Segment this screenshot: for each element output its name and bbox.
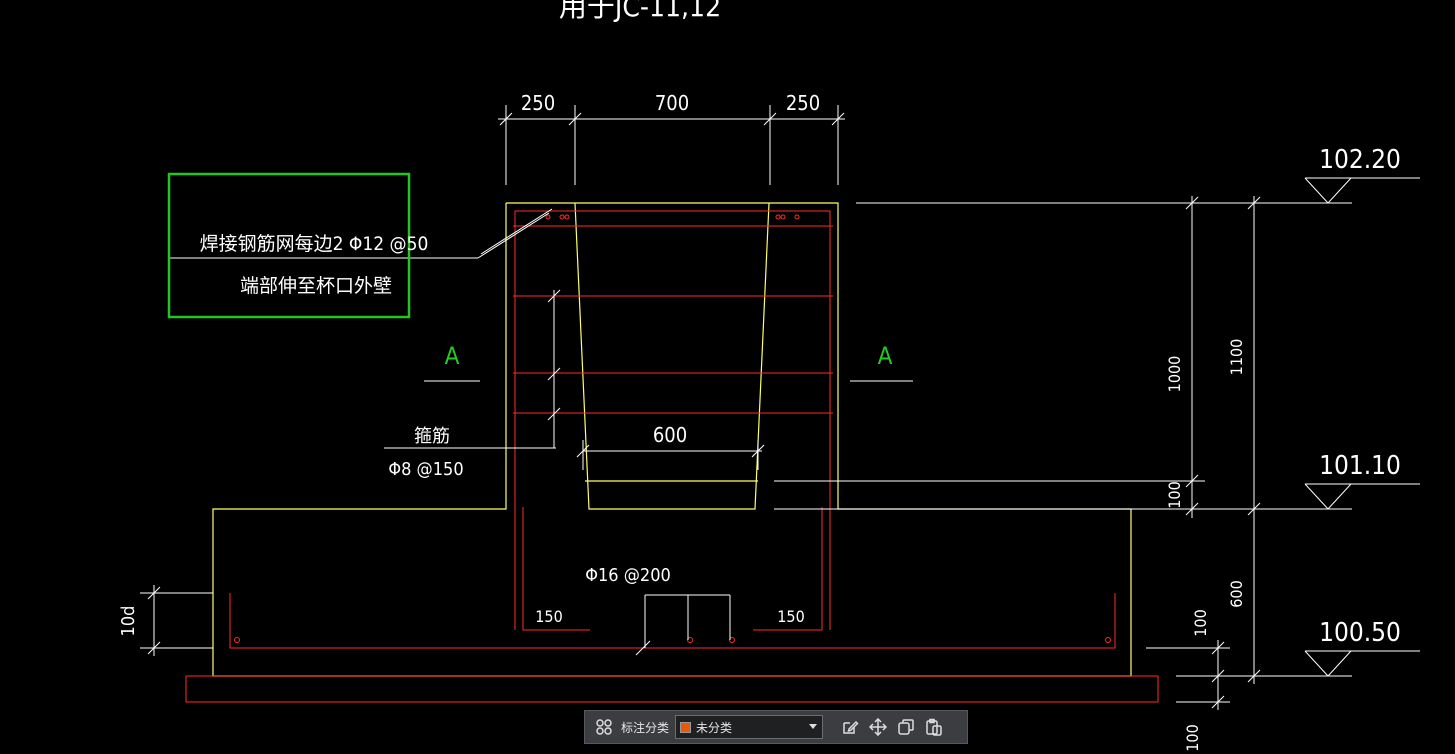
dim-top-middle: 700 bbox=[655, 91, 689, 115]
copy-icon[interactable] bbox=[895, 716, 917, 738]
chevron-down-icon bbox=[808, 720, 818, 734]
elevation-bottom: 100.50 bbox=[1319, 618, 1401, 648]
right-dimensions bbox=[774, 196, 1352, 710]
edit-icon[interactable] bbox=[839, 716, 861, 738]
dim-1100: 1100 bbox=[1227, 339, 1246, 376]
drawing-title: 用于JC-11,12 bbox=[559, 0, 721, 23]
stirrup-spec: Φ8 @150 bbox=[388, 459, 463, 480]
dim-top-left: 250 bbox=[521, 91, 555, 115]
bottom-rebar-leader bbox=[635, 594, 731, 656]
top-dimensions bbox=[498, 105, 845, 185]
left-dimension bbox=[140, 585, 213, 656]
dim-top-right: 250 bbox=[786, 91, 820, 115]
dim-cup-bottom: 600 bbox=[653, 423, 687, 447]
category-color-swatch bbox=[680, 721, 692, 733]
dim-150-left: 150 bbox=[535, 607, 562, 626]
category-select[interactable]: 未分类 bbox=[675, 715, 824, 739]
callout-line-2: 端部伸至杯口外壁 bbox=[240, 275, 392, 297]
elevation-middle: 101.10 bbox=[1319, 451, 1401, 481]
dim-100-cushion: 100 bbox=[1183, 724, 1202, 751]
elevation-markers bbox=[1304, 177, 1420, 677]
dim-100-cup: 100 bbox=[1165, 481, 1184, 508]
section-mark-left: A bbox=[445, 342, 460, 370]
annotation-toolbar: 标注分类 未分类 bbox=[584, 710, 968, 744]
dim-150-right: 150 bbox=[777, 607, 804, 626]
grid-icon[interactable] bbox=[593, 716, 615, 738]
base-rebar bbox=[185, 593, 1159, 703]
stirrup-leader bbox=[384, 289, 561, 449]
dim-600-base: 600 bbox=[1227, 580, 1246, 607]
dim-100-cover: 100 bbox=[1191, 609, 1210, 636]
category-select-value: 未分类 bbox=[696, 720, 733, 735]
elevation-top: 102.20 bbox=[1319, 145, 1401, 175]
section-mark-right: A bbox=[878, 342, 893, 370]
callout-line-1: 焊接钢筋网每边2 Φ12 @50 bbox=[200, 233, 429, 255]
dim-1000: 1000 bbox=[1165, 356, 1184, 393]
cad-drawing: 用于JC-11,12 250 700 250 600 箍筋 Φ8 @150 焊接… bbox=[118, 0, 1420, 752]
move-icon[interactable] bbox=[867, 716, 889, 738]
stirrup-label: 箍筋 bbox=[414, 426, 450, 447]
category-label: 标注分类 bbox=[621, 720, 670, 735]
paste-icon[interactable] bbox=[923, 716, 945, 738]
bottom-rebar-spec: Φ16 @200 bbox=[585, 565, 671, 586]
dim-left-10d: 10d bbox=[118, 606, 139, 637]
pedestal-rebar bbox=[513, 210, 833, 631]
